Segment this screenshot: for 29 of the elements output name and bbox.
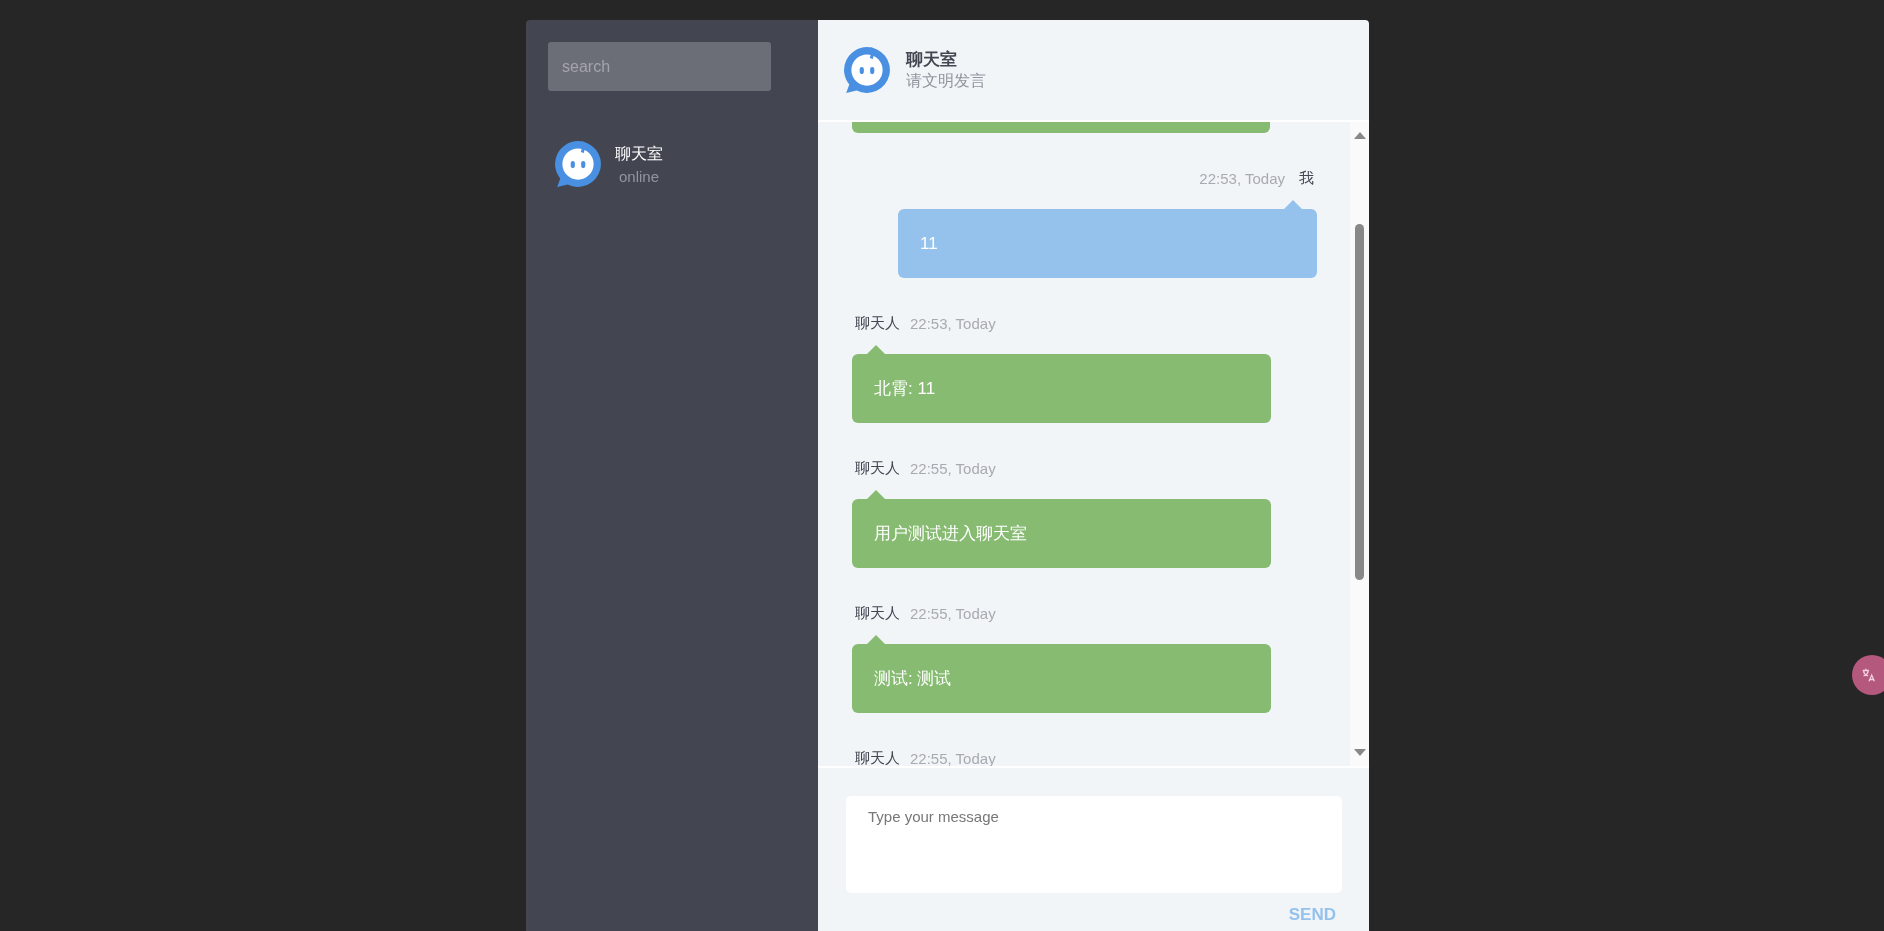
sender-name: 聊天人: [855, 458, 900, 478]
chat-bubble-face-icon: [842, 45, 892, 95]
scroll-up-icon[interactable]: [1354, 132, 1366, 139]
sender-name: 我: [1299, 168, 1314, 188]
message-input[interactable]: Type your message: [846, 796, 1342, 893]
scrollbar-thumb[interactable]: [1355, 224, 1364, 580]
message-text: 11: [920, 233, 938, 254]
sender-name: 聊天人: [855, 603, 900, 623]
scroll-down-icon[interactable]: [1354, 749, 1366, 756]
sender-name: 聊天人: [855, 748, 900, 766]
chat-title: 聊天室: [906, 49, 958, 71]
message-text: 北霄: 11: [874, 378, 936, 400]
chat-bubble-face-icon: [553, 139, 603, 189]
message-time: 22:55, Today: [910, 749, 996, 766]
message-time: 22:55, Today: [910, 604, 996, 622]
translate-icon: [1860, 666, 1878, 684]
search-field[interactable]: search: [548, 42, 771, 91]
contact-status: online: [619, 167, 661, 185]
sender-name: 聊天人: [855, 313, 900, 333]
scrollbar[interactable]: [1350, 122, 1369, 766]
message-text: 测试: 测试: [874, 668, 952, 690]
message-text: 用户测试进入聊天室: [874, 523, 1027, 545]
contact-item[interactable]: 聊天室 online: [553, 139, 796, 189]
chat-subtitle: 请文明发言: [906, 71, 986, 91]
message-time: 22:55, Today: [910, 459, 996, 477]
translate-button[interactable]: [1852, 655, 1884, 695]
message-time: 22:53, Today: [910, 314, 996, 332]
message-time: 22:53, Today: [1199, 169, 1285, 187]
contact-name: 聊天室: [615, 143, 663, 164]
